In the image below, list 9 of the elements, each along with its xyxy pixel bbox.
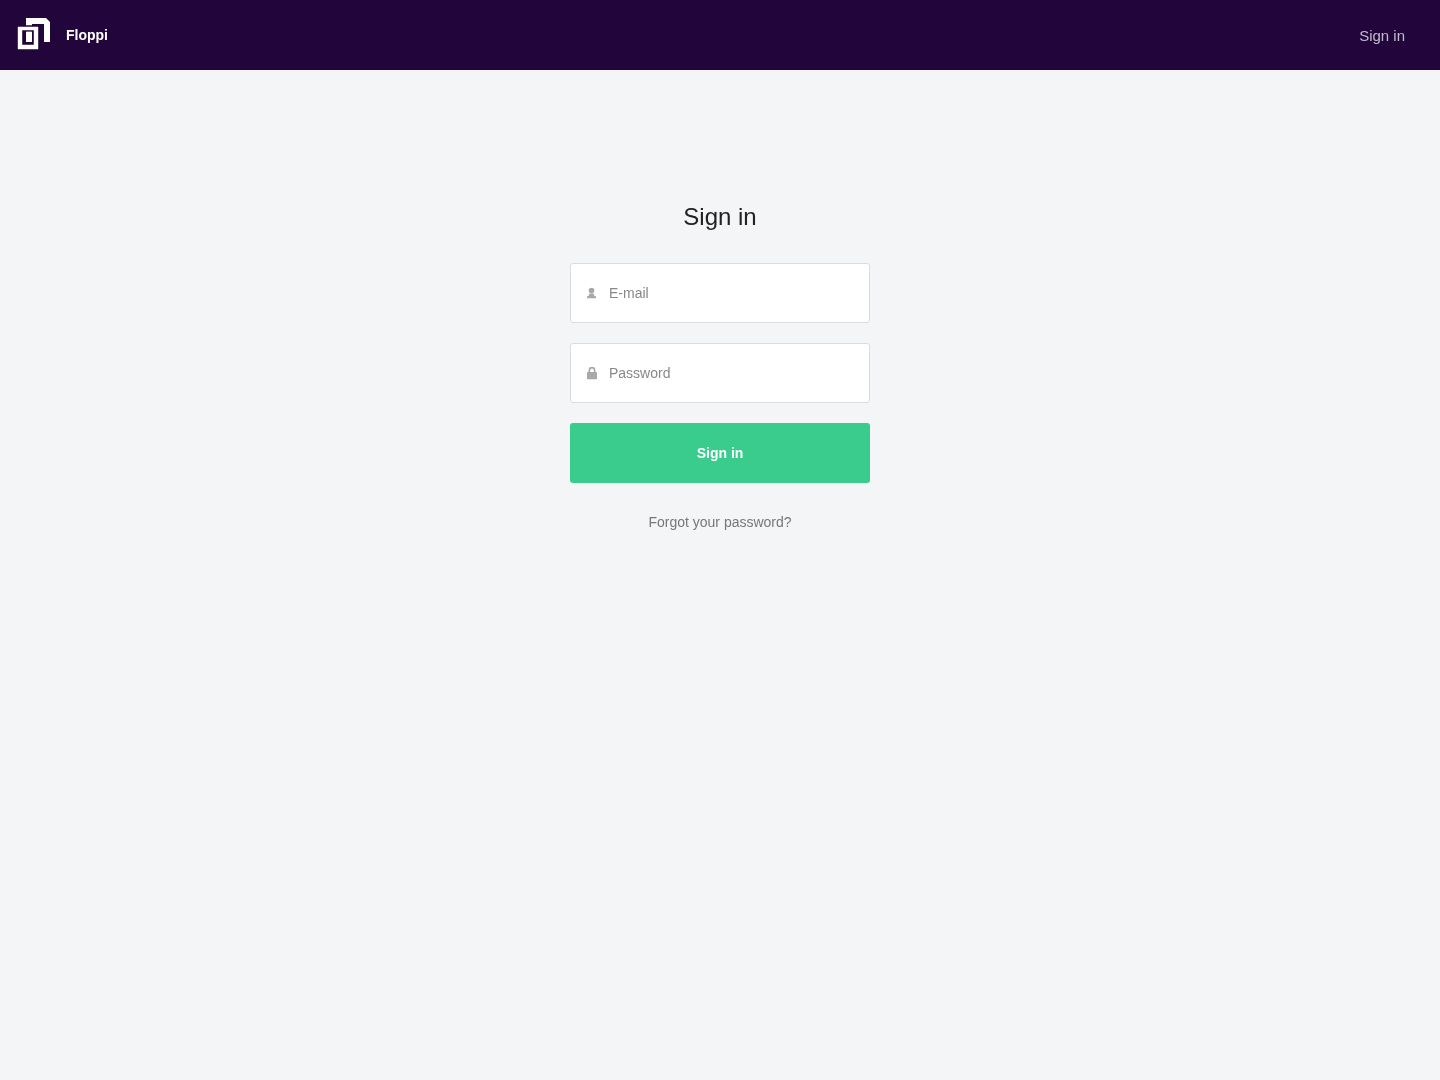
- user-icon: [587, 287, 596, 299]
- page-title: Sign in: [683, 202, 757, 232]
- brand-name: Floppi: [66, 27, 108, 43]
- forgot-password-link[interactable]: Forgot your password?: [648, 514, 792, 530]
- lock-icon: [587, 366, 597, 380]
- sign-in-link[interactable]: Sign in: [1359, 26, 1405, 44]
- password-field[interactable]: Password: [570, 343, 870, 403]
- logo-icon: [17, 17, 50, 50]
- email-field[interactable]: E-mail: [570, 263, 870, 323]
